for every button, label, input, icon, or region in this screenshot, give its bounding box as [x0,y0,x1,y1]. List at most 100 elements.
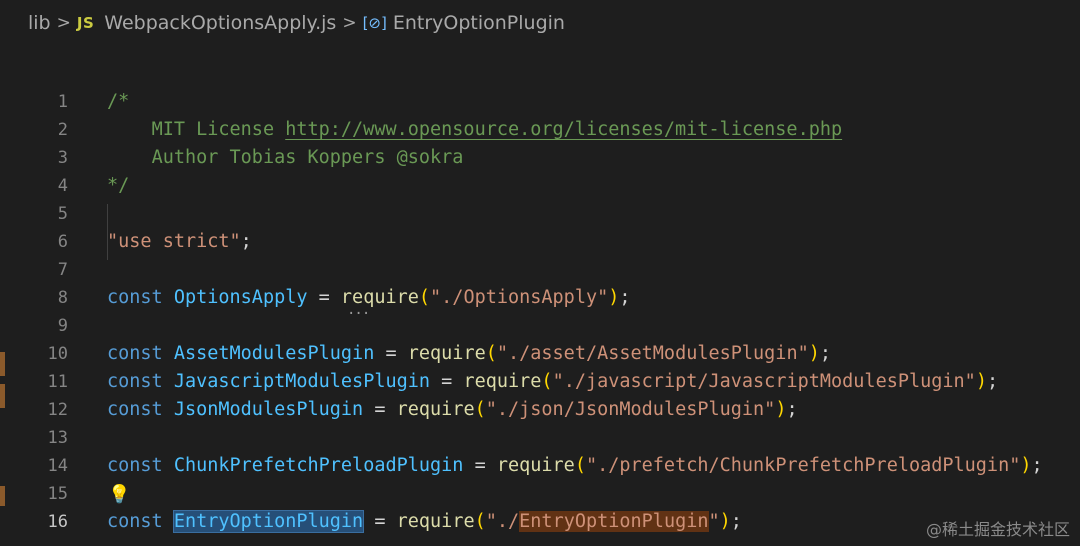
line-number: 4 [57,176,68,196]
bracket-token: ( [574,455,586,476]
code-editor[interactable]: 1 /* 2 MIT License http://www.opensource… [0,88,1080,546]
identifier-token: JavascriptModulesPlugin [173,371,431,392]
identifier-token: ChunkPrefetchPreloadPlugin [173,455,464,476]
operator-token: = [430,371,464,392]
line-number: 14 [47,456,68,476]
string-token: "use strict" [107,231,241,252]
semicolon: ; [786,399,798,420]
string-token: "./prefetch/ChunkPrefetchPreloadPlugin" [585,455,1021,476]
string-token: "./OptionsApply" [430,287,609,308]
line-number: 10 [47,344,68,364]
keyword-token: const [107,511,163,532]
operator-token: = [463,455,497,476]
watermark: @稀土掘金技术社区 [925,520,1070,539]
chevron-right-icon: > [342,13,357,33]
line-number: 12 [47,400,68,420]
keyword-token: const [107,455,163,476]
bracket-token: ( [474,511,486,532]
code-line[interactable]: 13 [0,424,1080,452]
line-number: 11 [47,372,68,392]
bracket-token: ) [808,343,820,364]
bracket-token: ( [541,371,553,392]
line-number: 7 [57,260,68,280]
breadcrumb-file[interactable]: WebpackOptionsApply.js [104,12,336,34]
string-token: "./ [485,511,520,532]
semicolon: ; [986,371,999,392]
line-number: 6 [57,232,68,252]
function-token: require [407,343,486,364]
bracket-token: ( [485,343,497,364]
function-token: require [463,371,542,392]
code-line[interactable]: 9 [0,312,1080,340]
operator-token: = [363,399,397,420]
semicolon: ; [1031,455,1043,476]
bracket-token: ( [418,287,431,308]
line-number: 1 [57,92,68,112]
identifier-token: AssetModulesPlugin [173,343,375,364]
code-line[interactable]: 10 const AssetModulesPlugin = require(".… [0,340,1080,368]
code-line[interactable]: 11 const JavascriptModulesPlugin = requi… [0,368,1080,396]
breadcrumb-folder[interactable]: lib [28,12,51,34]
bracket-token: ) [1020,455,1032,476]
bracket-token: ) [975,371,987,392]
identifier-token: OptionsApply [173,287,308,308]
function-token: require [340,287,419,308]
code-line[interactable]: 8 const OptionsApply = require("./Option… [0,284,1080,312]
keyword-token: const [107,343,163,364]
keyword-token: const [107,371,163,392]
code-line[interactable]: 14 const ChunkPrefetchPreloadPlugin = re… [0,452,1080,480]
semicolon: ; [619,287,631,308]
function-token: require [496,455,575,476]
code-line[interactable]: 5 [0,200,1080,228]
search-match-highlight: EntryOptionPlugin [519,511,709,532]
chevron-right-icon: > [56,13,71,33]
line-number: 2 [57,120,68,140]
line-number: 16 [47,512,68,532]
line-number: 15 [47,484,68,504]
line-number: 5 [57,204,68,224]
keyword-token: const [107,399,163,420]
line-number: 13 [47,428,68,448]
code-line[interactable]: 12 const JsonModulesPlugin = require("./… [0,396,1080,424]
code-line[interactable]: 6 "use strict"; [0,228,1080,256]
semicolon: ; [240,231,252,252]
selected-identifier[interactable]: EntryOptionPlugin [172,510,365,533]
function-token: require [396,511,475,532]
operator-token: = [374,343,408,364]
identifier-token: JsonModulesPlugin [173,399,364,420]
operator-token: = [363,511,397,532]
code-line[interactable]: 7 [0,256,1080,284]
string-token: " [708,511,720,532]
symbol-variable-icon: [⊘] [362,14,387,32]
keyword-token: const [107,287,163,308]
bracket-token: ) [775,399,787,420]
line-number: 8 [57,288,68,308]
function-token: require [396,399,475,420]
lightbulb-icon[interactable]: 💡 [108,484,130,505]
semicolon: ; [730,511,742,532]
javascript-file-icon: JS [76,14,95,32]
code-line-active[interactable]: 16 const EntryOptionPlugin = require("./… [0,508,1080,536]
breadcrumb-symbol[interactable]: EntryOptionPlugin [393,12,565,34]
bracket-token: ) [719,511,731,532]
bracket-token: ) [608,287,620,308]
string-token: "./javascript/JavascriptModulesPlugin" [552,371,976,392]
line-number: 3 [57,148,68,168]
code-line[interactable]: 15 [0,480,1080,508]
license-link[interactable]: http://www.opensource.org/licenses/mit-l… [285,119,842,140]
string-token: "./asset/AssetModulesPlugin" [496,343,809,364]
string-token: "./json/JsonModulesPlugin" [485,399,776,420]
line-number: 9 [57,316,68,336]
operator-token: = [307,287,341,308]
code-line[interactable]: 2 MIT License http://www.opensource.org/… [0,116,1080,144]
comment-token: /* [107,91,130,112]
code-line[interactable]: 4 */ [0,172,1080,200]
code-line[interactable]: 3 Author Tobias Koppers @sokra [0,144,1080,172]
bracket-token: ( [474,399,486,420]
comment-token: */ [107,175,130,196]
semicolon: ; [819,343,832,364]
breadcrumb: lib > JS WebpackOptionsApply.js > [⊘] En… [0,0,1080,46]
code-line[interactable]: 1 /* [0,88,1080,116]
comment-token: MIT License [151,119,286,140]
comment-token: Author Tobias Koppers @sokra [151,147,464,168]
